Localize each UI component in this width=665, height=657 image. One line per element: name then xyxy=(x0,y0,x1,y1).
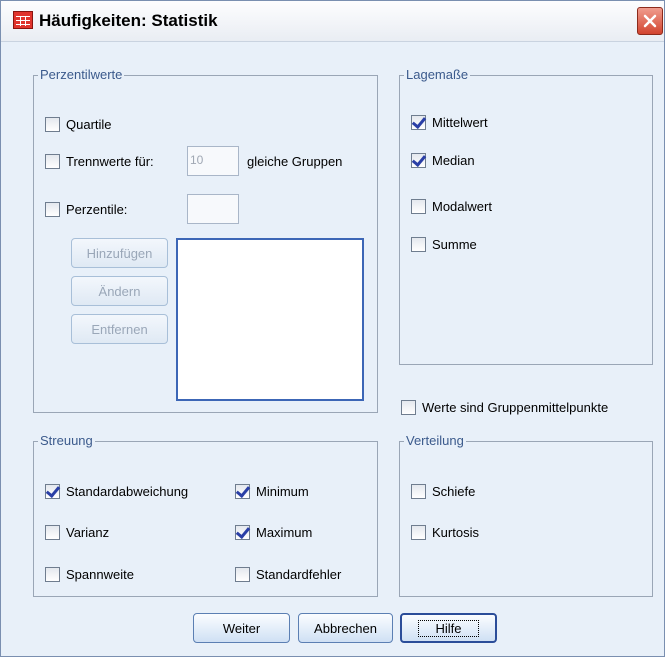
spannweite-box[interactable] xyxy=(45,567,60,582)
trennwerte-checkbox[interactable]: Trennwerte für: xyxy=(45,154,154,169)
modalwert-label: Modalwert xyxy=(432,199,492,214)
verteilung-label: Verteilung xyxy=(404,433,466,448)
modalwert-box[interactable] xyxy=(411,199,426,214)
trennwerte-suffix: gleiche Gruppen xyxy=(247,154,343,169)
spannweite-checkbox[interactable]: Spannweite xyxy=(45,567,134,582)
maximum-label: Maximum xyxy=(256,525,313,540)
quartile-box[interactable] xyxy=(45,117,60,132)
mittelwert-checkbox[interactable]: Mittelwert xyxy=(411,115,488,130)
standardfehler-label: Standardfehler xyxy=(256,567,342,582)
schiefe-checkbox[interactable]: Schiefe xyxy=(411,484,475,499)
help-button[interactable]: Hilfe xyxy=(400,613,497,643)
median-box[interactable] xyxy=(411,153,426,168)
close-icon xyxy=(643,14,657,28)
perzentile-label: Perzentile: xyxy=(66,202,128,217)
schiefe-label: Schiefe xyxy=(432,484,476,499)
dialog-window: Häufigkeiten: Statistik Perzentilwerte Q… xyxy=(0,0,665,657)
quartile-label: Quartile xyxy=(66,117,112,132)
gruppenmittelpunkte-checkbox[interactable]: Werte sind Gruppenmittelpunkte xyxy=(401,400,608,415)
perzentile-checkbox[interactable]: Perzentile: xyxy=(45,202,127,217)
varianz-label: Varianz xyxy=(66,525,110,540)
perzentile-box[interactable] xyxy=(45,202,60,217)
summe-box[interactable] xyxy=(411,237,426,252)
trennwerte-input[interactable]: 10 xyxy=(187,146,239,176)
schiefe-box[interactable] xyxy=(411,484,426,499)
standardfehler-box[interactable] xyxy=(235,567,250,582)
trennwerte-label: Trennwerte für: xyxy=(66,154,154,169)
minimum-box[interactable] xyxy=(235,484,250,499)
remove-button[interactable]: Entfernen xyxy=(71,314,168,344)
standardabweichung-box[interactable] xyxy=(45,484,60,499)
streuung-label: Streuung xyxy=(38,433,95,448)
window-title: Häufigkeiten: Statistik xyxy=(39,11,218,30)
standardabweichung-label: Standardabweichung xyxy=(66,484,189,499)
maximum-box[interactable] xyxy=(235,525,250,540)
trennwerte-box[interactable] xyxy=(45,154,60,169)
maximum-checkbox[interactable]: Maximum xyxy=(235,525,312,540)
summe-label: Summe xyxy=(432,237,477,252)
help-button-label: Hilfe xyxy=(418,619,479,637)
percentile-list[interactable] xyxy=(176,238,364,401)
close-button[interactable] xyxy=(637,7,663,35)
standardabweichung-checkbox[interactable]: Standardabweichung xyxy=(45,484,188,499)
mittelwert-box[interactable] xyxy=(411,115,426,130)
modalwert-checkbox[interactable]: Modalwert xyxy=(411,199,492,214)
median-label: Median xyxy=(432,153,475,168)
continue-button[interactable]: Weiter xyxy=(193,613,290,643)
varianz-checkbox[interactable]: Varianz xyxy=(45,525,109,540)
add-button[interactable]: Hinzufügen xyxy=(71,238,168,268)
median-checkbox[interactable]: Median xyxy=(411,153,475,168)
kurtosis-checkbox[interactable]: Kurtosis xyxy=(411,525,479,540)
perzentile-input[interactable] xyxy=(187,194,239,224)
kurtosis-label: Kurtosis xyxy=(432,525,479,540)
quartile-checkbox[interactable]: Quartile xyxy=(45,117,112,132)
standardfehler-checkbox[interactable]: Standardfehler xyxy=(235,567,341,582)
verteilung-group: Verteilung xyxy=(399,433,653,597)
kurtosis-box[interactable] xyxy=(411,525,426,540)
lagemasse-label: Lagemaße xyxy=(404,67,471,82)
minimum-label: Minimum xyxy=(256,484,309,499)
spannweite-label: Spannweite xyxy=(66,567,134,582)
mittelwert-label: Mittelwert xyxy=(432,115,488,130)
cancel-button[interactable]: Abbrechen xyxy=(298,613,393,643)
gruppenmittelpunkte-label: Werte sind Gruppenmittelpunkte xyxy=(422,400,609,415)
summe-checkbox[interactable]: Summe xyxy=(411,237,477,252)
title-bar[interactable]: Häufigkeiten: Statistik xyxy=(1,1,664,42)
gruppenmittelpunkte-box[interactable] xyxy=(401,400,416,415)
varianz-box[interactable] xyxy=(45,525,60,540)
perzentilwerte-label: Perzentilwerte xyxy=(38,67,125,82)
change-button[interactable]: Ändern xyxy=(71,276,168,306)
spss-table-icon xyxy=(13,11,33,29)
minimum-checkbox[interactable]: Minimum xyxy=(235,484,309,499)
